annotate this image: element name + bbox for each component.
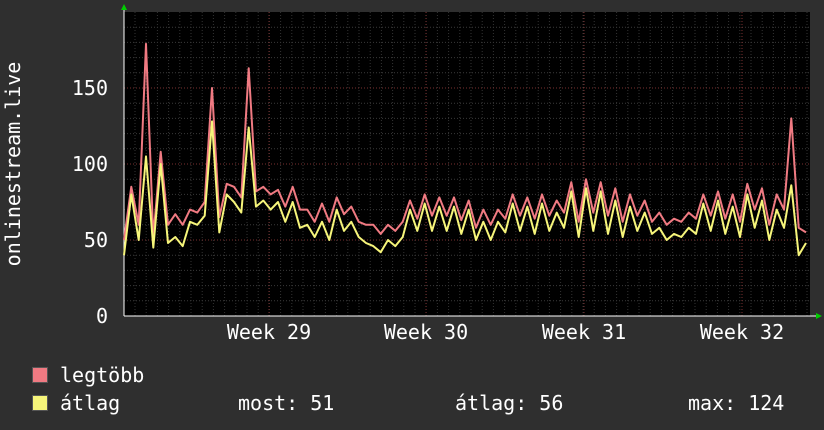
legend-swatch-legtobb — [32, 367, 48, 383]
x-axis-arrow — [816, 313, 822, 319]
legend-item-atlag: átlag — [32, 391, 120, 415]
x-tick-label: Week 30 — [384, 320, 468, 344]
x-tick-label: Week 32 — [700, 320, 784, 344]
chart: 0 50 100 150 Week 29 Week 30 Week 31 Week 32 onl… — [1, 4, 822, 344]
y-tick-label: 150 — [72, 76, 108, 100]
stat-most: most: 51 — [238, 391, 335, 415]
y-tick-label: 50 — [84, 228, 108, 252]
stat-atlag: átlag: 56 — [455, 391, 564, 415]
legend-label-atlag: átlag — [60, 391, 121, 415]
y-axis-label: onlinestream.live — [1, 62, 25, 267]
x-tick-label: Week 29 — [227, 320, 311, 344]
legend-swatch-atlag — [32, 395, 48, 411]
legend-item-legtobb: legtöbb — [32, 363, 144, 387]
y-tick-label: 0 — [96, 304, 108, 328]
y-axis-arrow — [121, 4, 127, 10]
stat-max: max: 124 — [688, 391, 785, 415]
legend-label-legtobb: legtöbb — [60, 363, 145, 387]
y-tick-label: 100 — [72, 152, 108, 176]
x-tick-label: Week 31 — [542, 320, 626, 344]
